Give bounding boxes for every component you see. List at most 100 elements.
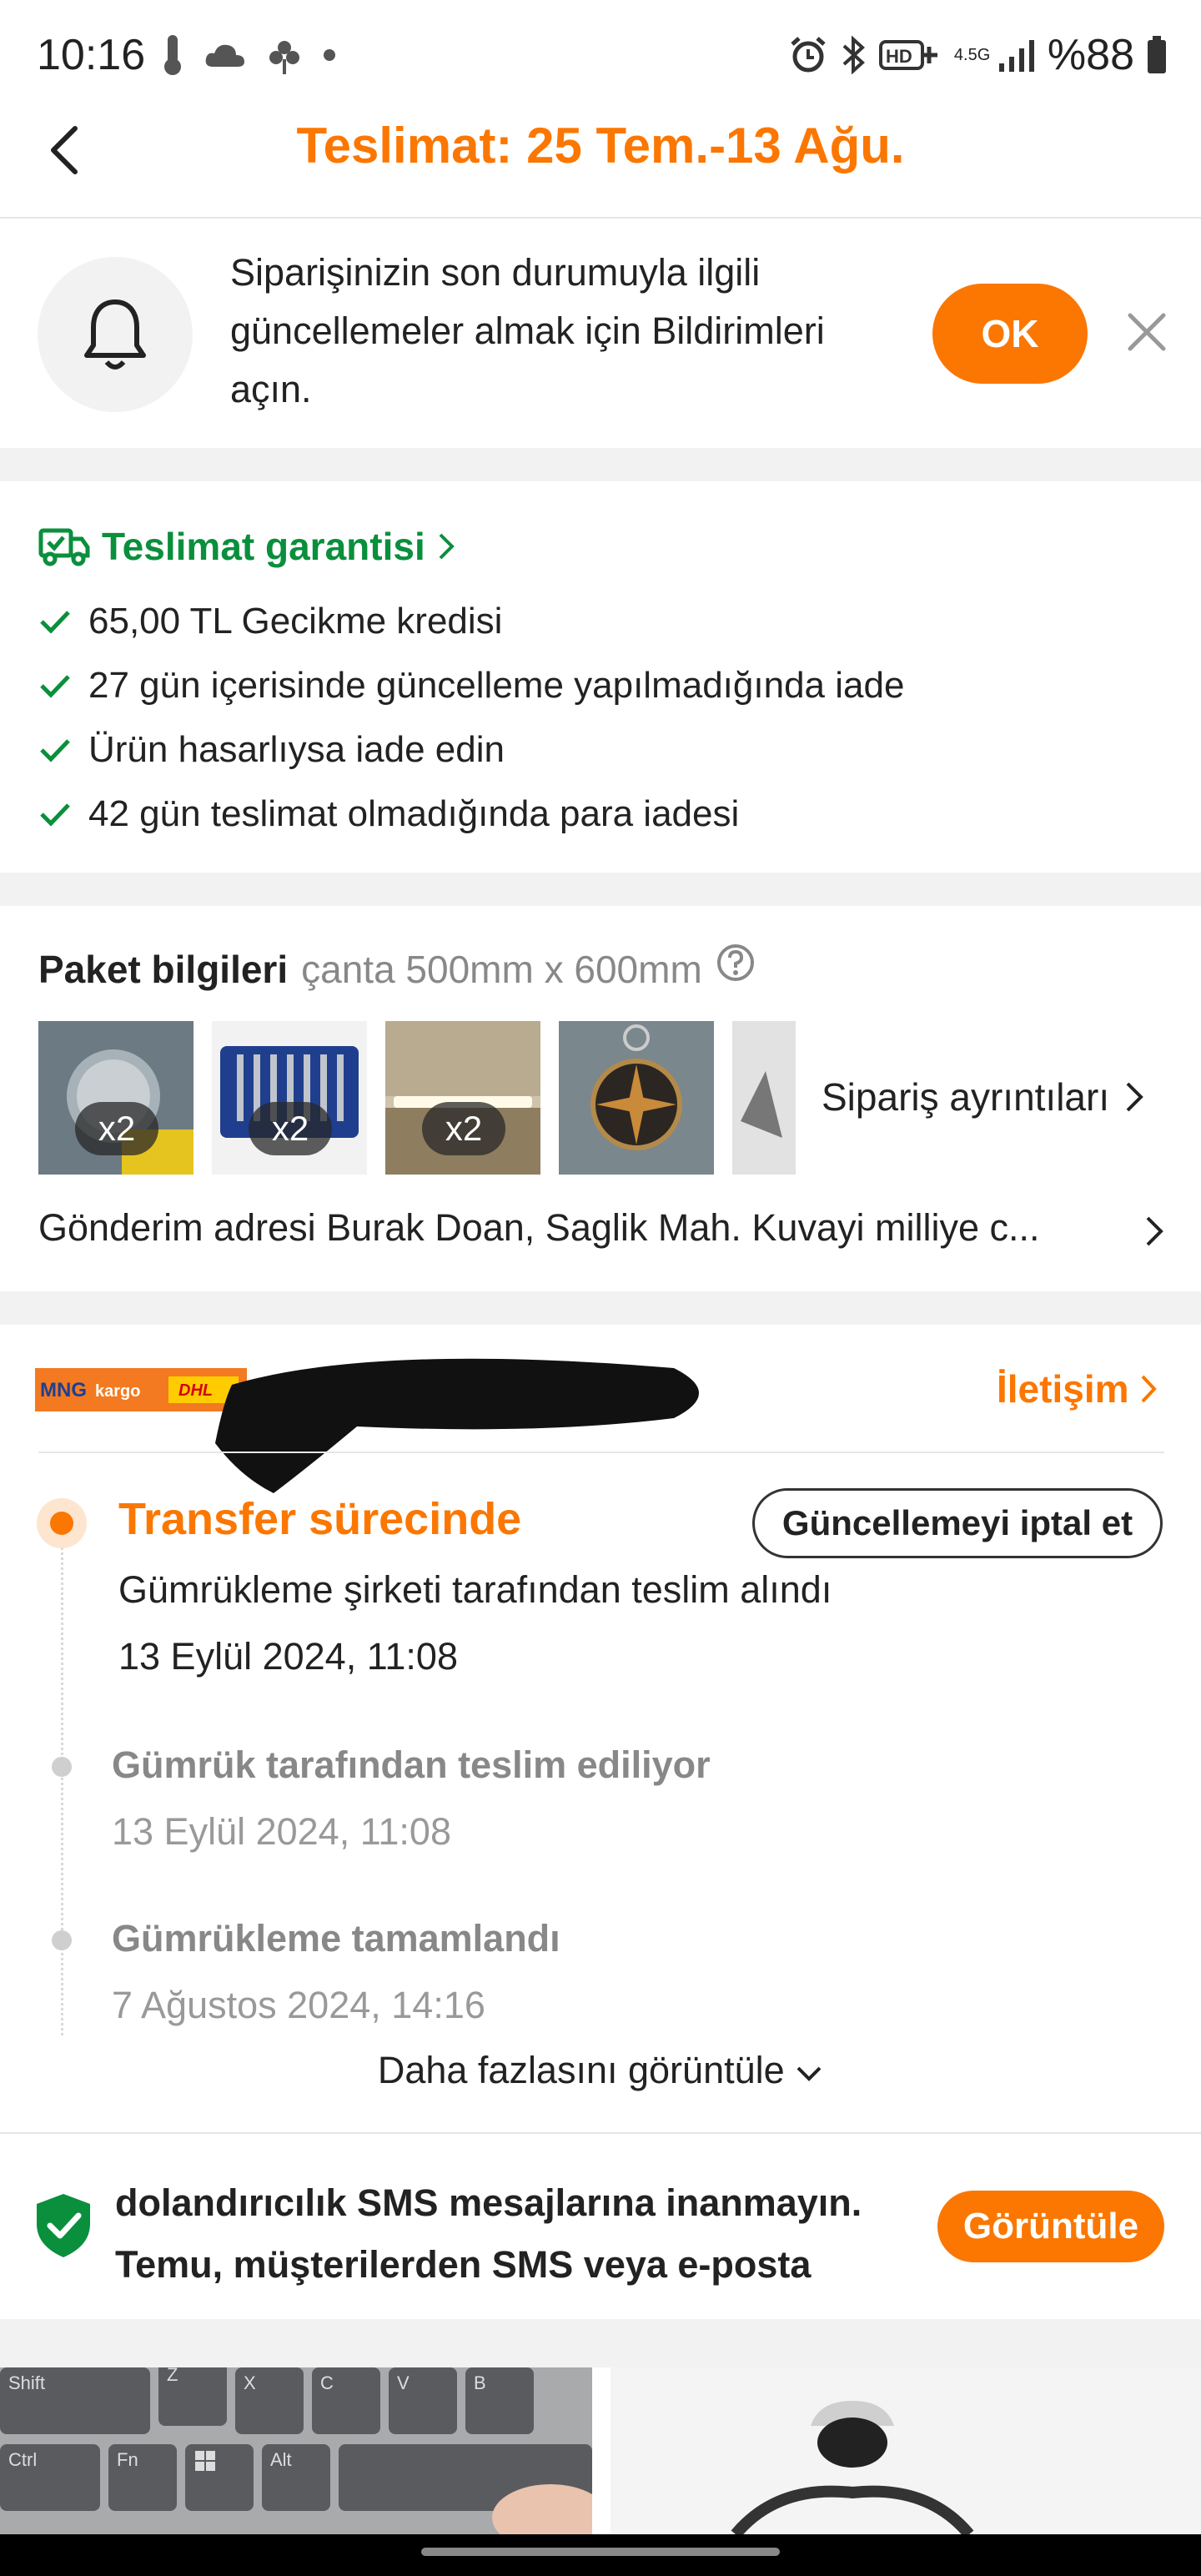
guarantee-item: 27 gün içerisinde güncelleme yapılmadığı… — [38, 665, 904, 707]
windows-icon — [195, 2451, 215, 2471]
package-title: Paket bilgileri — [38, 948, 289, 991]
svg-text:MNG: MNG — [40, 1379, 87, 1401]
current-status: Transfer sürecinde — [118, 1494, 522, 1544]
guarantee-item-text: 27 gün içerisinde güncelleme yapılmadığı… — [88, 665, 905, 706]
status-time: 10:16 — [37, 31, 146, 79]
product-thumbnail[interactable] — [559, 1021, 714, 1175]
current-status-detail: Gümrükleme şirketi tarafından teslim alı… — [118, 1568, 832, 1611]
section-divider — [0, 873, 1201, 906]
view-button[interactable]: Görüntüle — [937, 2191, 1164, 2262]
battery-percent: %88 — [1047, 31, 1134, 79]
key-b: B — [465, 2367, 534, 2434]
timeline-line — [61, 1527, 63, 2035]
check-icon — [40, 675, 70, 698]
thermometer-icon — [164, 35, 181, 75]
guarantee-item-text: 65,00 TL Gecikme kredisi — [88, 601, 503, 641]
section-divider — [0, 2319, 1201, 2367]
guarantee-item: 42 gün teslimat olmadığında para iadesi — [38, 793, 739, 835]
product-image — [732, 1021, 796, 1175]
contact-link[interactable]: İletişim — [997, 1366, 1158, 1411]
address-value: Burak Doan, Saglik Mah. Kuvayi milliye c… — [326, 1206, 1040, 1249]
signal-icon — [998, 40, 1034, 72]
status-bar: 10:16 HD 4.5G %88 — [0, 0, 1201, 108]
chevron-down-icon — [796, 2066, 822, 2081]
key-v: V — [389, 2367, 457, 2434]
quantity-badge: x2 — [75, 1102, 158, 1155]
help-icon[interactable] — [716, 943, 756, 983]
notification-text: Siparişinizin son durumuyla ilgili günce… — [230, 251, 825, 410]
key-c: C — [312, 2367, 380, 2434]
network-type: 4.5G — [953, 46, 991, 64]
finger-image — [492, 2484, 592, 2534]
page-title: Teslimat: 25 Tem.-13 Ağu. — [296, 118, 905, 174]
svg-text:kargo: kargo — [95, 1382, 140, 1401]
shipping-address-row[interactable]: Gönderim adresi Burak Doan, Saglik Mah. … — [38, 1206, 1139, 1250]
event-title: Gümrük tarafından teslim ediliyor — [112, 1743, 711, 1786]
package-header: Paket bilgileri çanta 500mm x 600mm — [38, 943, 756, 992]
timeline-active-dot — [50, 1512, 73, 1535]
product-image — [611, 2367, 1201, 2534]
dot-icon — [324, 49, 335, 61]
chevron-right-icon[interactable] — [1144, 1215, 1164, 1248]
order-details-link[interactable]: Sipariş ayrıntıları — [822, 1074, 1144, 1119]
ok-button[interactable]: OK — [932, 284, 1088, 384]
battery-icon — [1148, 36, 1166, 73]
svg-text:HD: HD — [886, 46, 912, 67]
guarantee-item-text: 42 gün teslimat olmadığında para iadesi — [88, 793, 740, 834]
event-date: 13 Eylül 2024, 11:08 — [112, 1810, 451, 1853]
key-shift: Shift — [0, 2367, 150, 2434]
order-details-label: Sipariş ayrıntıları — [822, 1075, 1110, 1119]
key-fn: Fn — [108, 2444, 177, 2511]
contact-label: İletişim — [997, 1367, 1129, 1411]
shield-check-icon — [37, 2194, 90, 2257]
key-z: Z — [158, 2367, 227, 2426]
guarantee-item: 65,00 TL Gecikme kredisi — [38, 601, 502, 642]
product-thumbnail[interactable] — [732, 1021, 796, 1175]
courier-divider — [38, 1452, 1164, 1453]
recommended-product-keyboard[interactable]: Shift Z X C V B Ctrl Fn Alt — [0, 2367, 592, 2534]
sms-warning-text: dolandırıcılık SMS mesajlarına inanmayın… — [115, 2181, 862, 2286]
product-image — [559, 1021, 714, 1175]
cloud-icon — [205, 44, 244, 67]
chevron-right-icon — [1141, 1375, 1157, 1403]
bluetooth-icon — [842, 36, 865, 74]
key-x: X — [235, 2367, 304, 2434]
product-thumbnail[interactable]: x2 — [212, 1021, 367, 1175]
address-label: Gönderim adresi — [38, 1206, 316, 1249]
guarantee-title: Teslimat garantisi — [102, 525, 425, 568]
truck-check-icon — [38, 528, 90, 566]
home-gesture-handle[interactable] — [421, 2548, 780, 2556]
key-windows — [185, 2444, 254, 2511]
view-more-link[interactable]: Daha fazlasını görüntüle — [0, 2049, 1201, 2092]
guarantee-item-text: Ürün hasarlıysa iade edin — [88, 729, 505, 770]
bell-badge — [38, 257, 193, 412]
quantity-badge: x2 — [249, 1102, 332, 1155]
package-subtitle: çanta 500mm x 600mm — [301, 948, 702, 991]
check-icon — [40, 803, 70, 827]
close-icon[interactable] — [1122, 307, 1172, 357]
bell-icon — [84, 299, 146, 370]
event-date: 7 Ağustos 2024, 14:16 — [112, 1984, 485, 2026]
recommended-product-gadget[interactable] — [611, 2367, 1201, 2534]
timeline-dot — [52, 1757, 72, 1777]
key-ctrl: Ctrl — [0, 2444, 100, 2511]
view-more-label: Daha fazlasını görüntüle — [377, 2049, 785, 2091]
pinwheel-icon — [269, 41, 299, 74]
section-separator — [0, 2132, 1201, 2134]
quantity-badge: x2 — [422, 1102, 505, 1155]
timeline-dot — [52, 1930, 72, 1950]
hd-voice-icon: HD — [878, 40, 937, 70]
chevron-right-icon — [1126, 1082, 1143, 1112]
redaction-scribble — [215, 1358, 699, 1493]
guarantee-link[interactable]: Teslimat garantisi — [38, 524, 455, 569]
guarantee-item: Ürün hasarlıysa iade edin — [38, 729, 505, 771]
current-status-date: 13 Eylül 2024, 11:08 — [118, 1635, 458, 1678]
chevron-right-icon — [439, 533, 455, 560]
cancel-update-button[interactable]: Güncellemeyi iptal et — [752, 1488, 1163, 1558]
check-icon — [40, 611, 70, 634]
section-divider — [0, 1291, 1201, 1325]
product-thumbnail[interactable]: x2 — [385, 1021, 540, 1175]
check-icon — [40, 739, 70, 762]
event-title: Gümrükleme tamamlandı — [112, 1917, 560, 1960]
product-thumbnail[interactable]: x2 — [38, 1021, 193, 1175]
